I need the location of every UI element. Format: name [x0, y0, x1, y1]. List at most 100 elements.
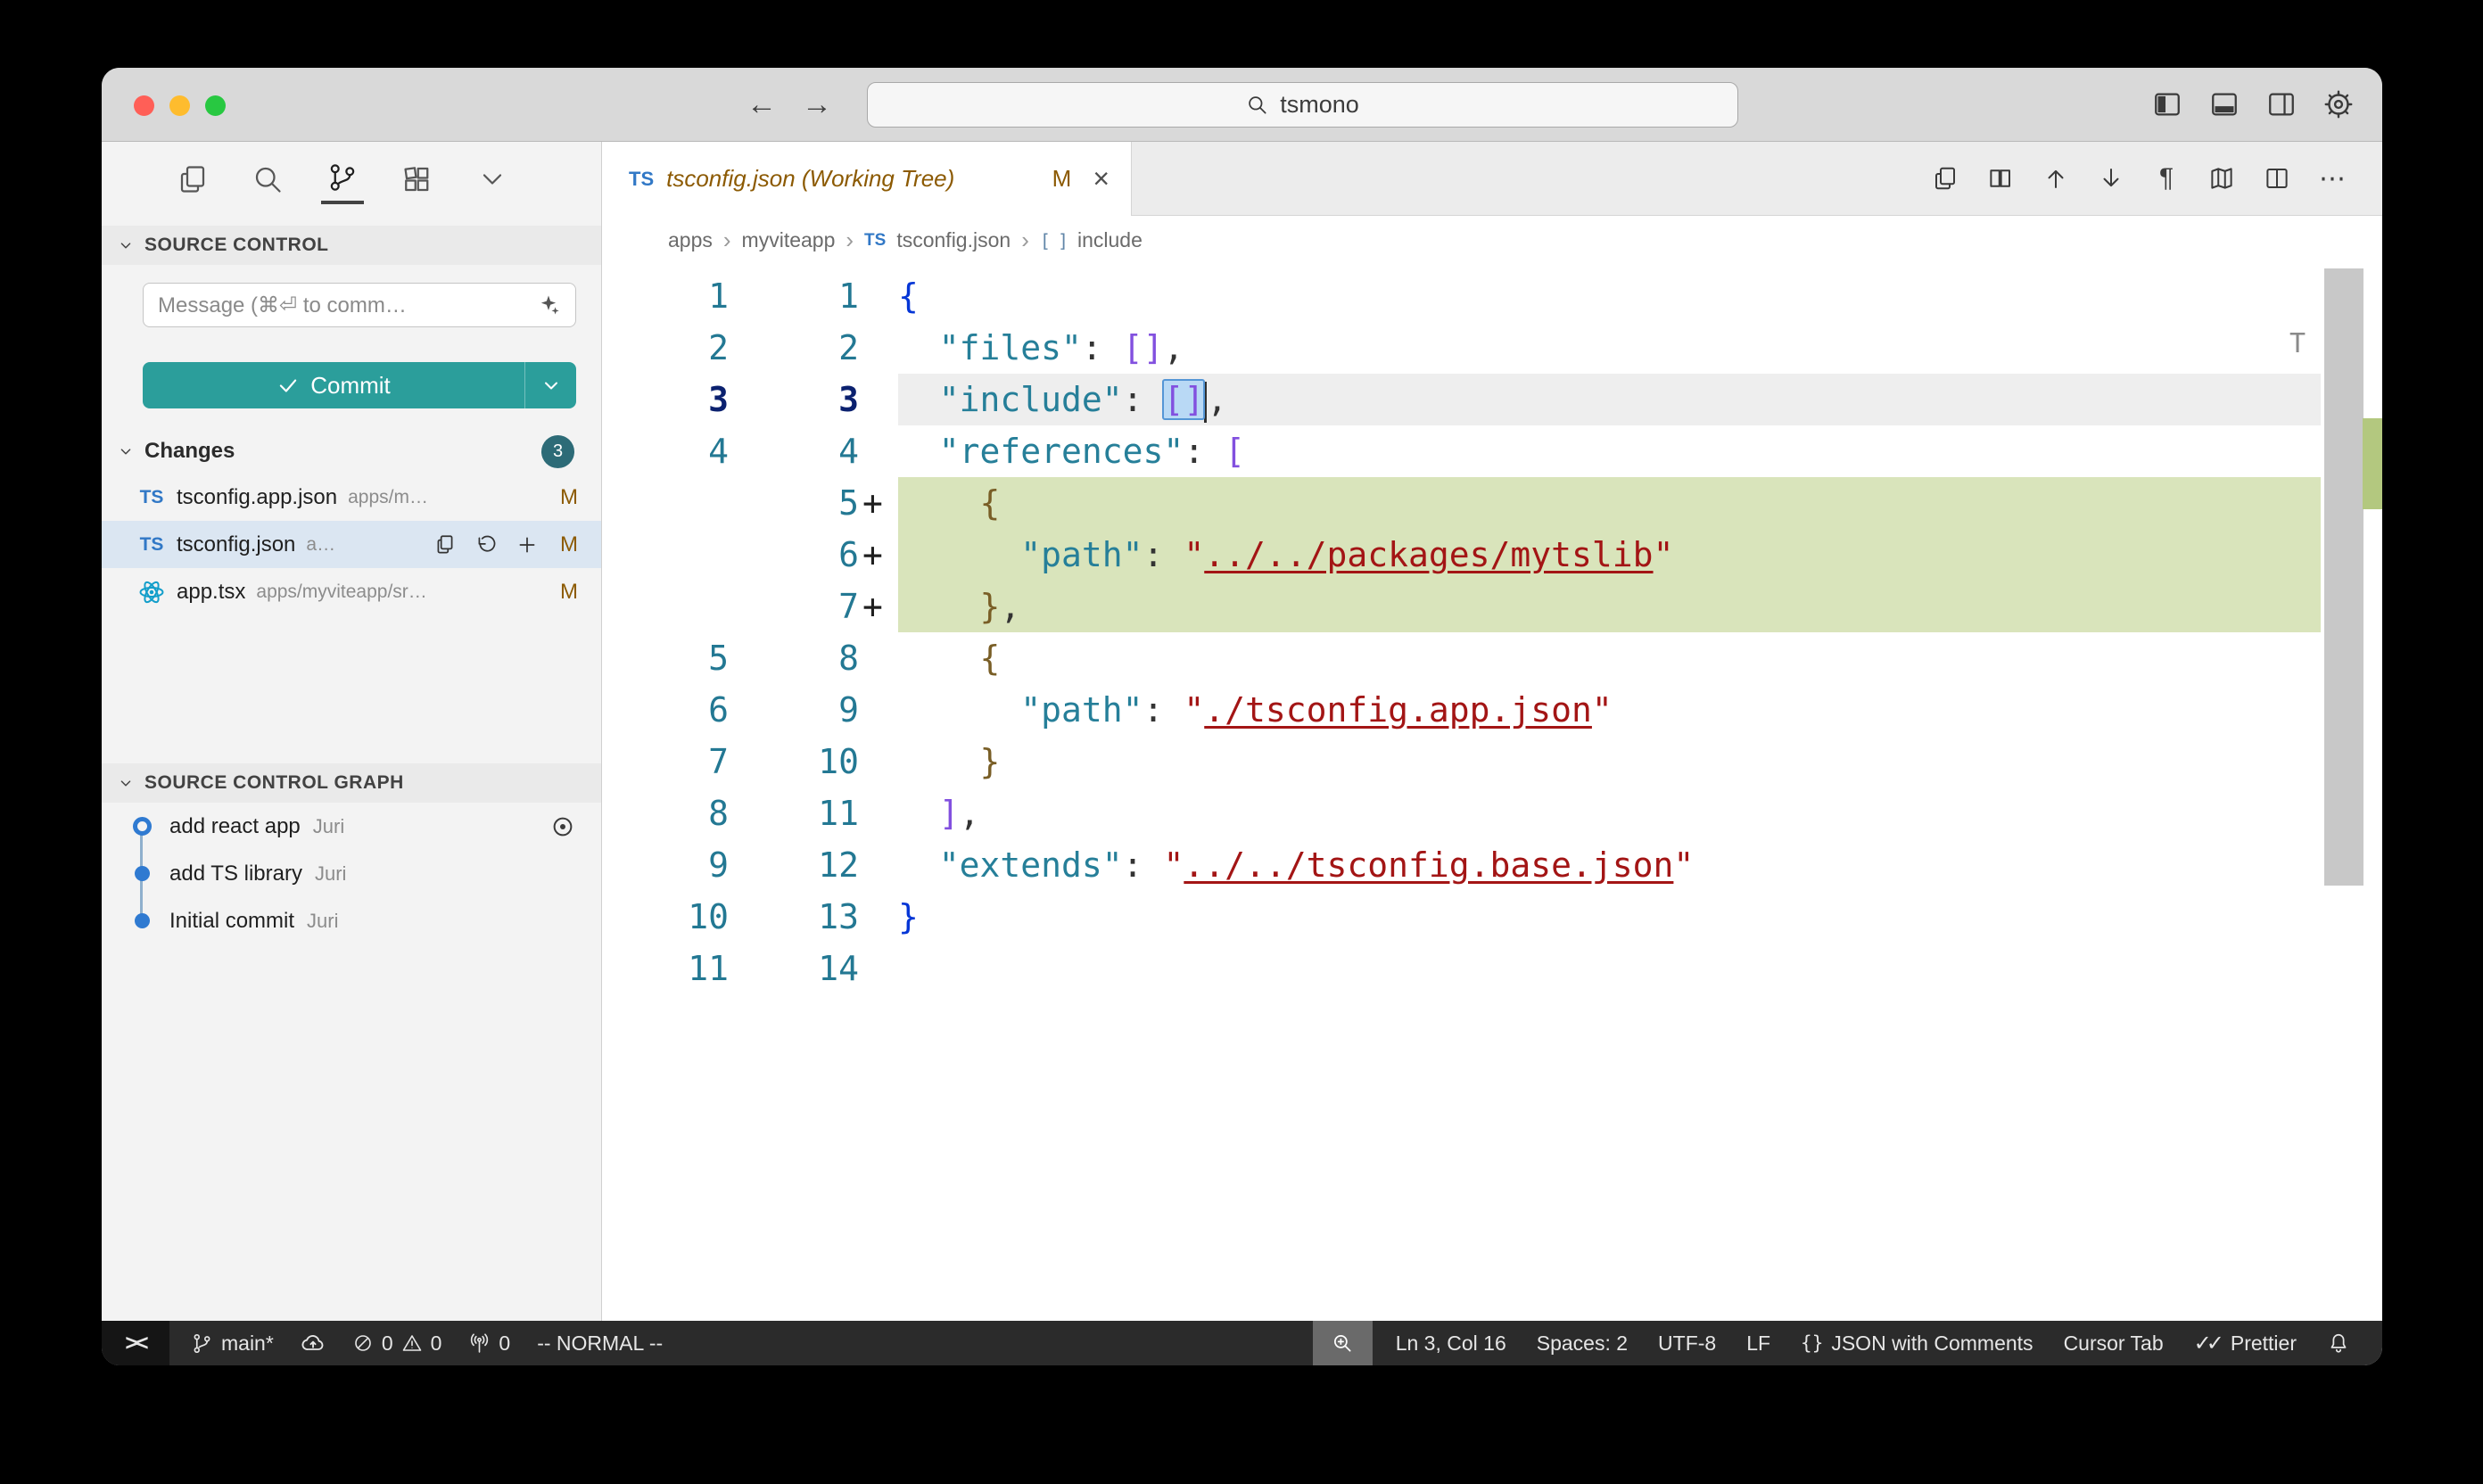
file-row-tsconfig-app[interactable]: TS tsconfig.app.json apps/m… M	[102, 474, 601, 521]
status-indentation[interactable]: Spaces: 2	[1537, 1331, 1628, 1356]
commit-row[interactable]: Initial commit Juri	[102, 897, 601, 944]
sidebar: SOURCE CONTROL Message (⌘⏎ to comm… Comm…	[102, 142, 602, 1321]
breadcrumb-item-myviteapp[interactable]: myviteapp	[742, 228, 836, 252]
code-line[interactable]: 2 2 "files": [],	[602, 322, 2321, 374]
code-line[interactable]: 6 9 "path": "./tsconfig.app.json"	[602, 684, 2321, 736]
commit-dropdown-button[interactable]	[524, 362, 576, 408]
remote-indicator[interactable]: ><	[102, 1321, 169, 1365]
scrollbar-thumb[interactable]	[2324, 268, 2363, 886]
stage-changes-plus-icon[interactable]	[512, 530, 542, 560]
status-branch[interactable]: main*	[191, 1331, 274, 1356]
file-row-tsconfig[interactable]: TS tsconfig.json a… M	[102, 521, 601, 568]
status-vim-mode[interactable]: -- NORMAL --	[537, 1331, 663, 1356]
breadcrumb-item-tsconfig[interactable]: tsconfig.json	[896, 228, 1011, 252]
open-file-icon[interactable]	[1929, 162, 1961, 194]
modified-badge: M	[555, 580, 578, 605]
line-number-original: 1	[602, 270, 739, 322]
status-language-mode[interactable]: {} JSON with Comments	[1801, 1331, 2033, 1356]
whitespace-pilcrow-icon[interactable]: ¶	[2150, 162, 2182, 194]
status-problems[interactable]: 0 0	[352, 1331, 442, 1356]
commit-row[interactable]: add react app Juri	[102, 803, 601, 850]
minimize-window-button[interactable]	[169, 95, 190, 116]
code-line[interactable]: 11 14	[602, 943, 2321, 994]
source-control-view-icon[interactable]	[321, 154, 364, 204]
close-icon[interactable]: ×	[1093, 162, 1110, 195]
chevron-down-icon	[540, 375, 562, 396]
close-window-button[interactable]	[134, 95, 154, 116]
tab-bar: TS tsconfig.json (Working Tree) M ×	[602, 142, 2382, 216]
status-cursor-style[interactable]: Cursor Tab	[2064, 1331, 2164, 1356]
source-control-header[interactable]: SOURCE CONTROL	[102, 226, 601, 265]
code-line[interactable]: 6 + "path": "../../packages/mytslib"	[602, 529, 2321, 581]
diff-added-marker	[859, 787, 898, 839]
status-ports[interactable]: 0	[468, 1331, 510, 1356]
code-line[interactable]: 10 13 }	[602, 891, 2321, 943]
commit-message-input[interactable]: Message (⌘⏎ to comm…	[143, 283, 576, 327]
forward-icon[interactable]: →	[799, 87, 835, 122]
code-line[interactable]: 1 1 {	[602, 270, 2321, 322]
toggle-secondary-sidebar-icon[interactable]	[2264, 87, 2298, 121]
code-token	[898, 587, 980, 626]
tab-modified-badge: M	[1052, 165, 1072, 193]
open-file-icon[interactable]	[430, 530, 460, 560]
tab-tsconfig-working-tree[interactable]: TS tsconfig.json (Working Tree) M ×	[602, 142, 1132, 216]
breadcrumb-item-apps[interactable]: apps	[668, 228, 713, 252]
explorer-icon[interactable]	[171, 154, 214, 204]
line-number-original: 2	[602, 322, 739, 374]
toggle-primary-sidebar-icon[interactable]	[2150, 87, 2184, 121]
status-sync[interactable]	[301, 1331, 326, 1356]
vertical-scrollbar[interactable]	[2321, 265, 2382, 1321]
notifications-bell-icon[interactable]	[2327, 1331, 2350, 1355]
breadcrumb-item-include[interactable]: include	[1077, 228, 1143, 252]
review-book-icon[interactable]	[1984, 162, 2017, 194]
code-token	[898, 845, 939, 885]
diff-added-marker: +	[859, 477, 898, 529]
maximize-window-button[interactable]	[205, 95, 226, 116]
status-encoding[interactable]: UTF-8	[1658, 1331, 1716, 1356]
code-token	[898, 690, 1020, 730]
split-editor-icon[interactable]	[2261, 162, 2293, 194]
status-zoom-indicator[interactable]	[1313, 1321, 1373, 1365]
checkout-target-icon[interactable]	[549, 813, 576, 840]
back-icon[interactable]: ←	[744, 87, 780, 122]
code-line[interactable]: 3 3 "include": [],	[602, 374, 2321, 425]
breadcrumb: apps › myviteapp › TS tsconfig.json › [ …	[602, 216, 2382, 265]
next-change-icon[interactable]	[2095, 162, 2127, 194]
code-token: {	[898, 276, 919, 316]
code-line[interactable]: 9 12 "extends": "../../tsconfig.base.jso…	[602, 839, 2321, 891]
commit-row[interactable]: add TS library Juri	[102, 850, 601, 897]
search-view-icon[interactable]	[246, 154, 289, 204]
previous-change-icon[interactable]	[2040, 162, 2072, 194]
status-formatter[interactable]: ✓✓ Prettier	[2194, 1331, 2297, 1356]
diff-editor[interactable]: 1 1 { 2 2 "files": [],	[602, 265, 2382, 1321]
toggle-panel-icon[interactable]	[2207, 87, 2241, 121]
file-name: app.tsx	[177, 580, 245, 605]
source-control-title: SOURCE CONTROL	[144, 235, 329, 256]
code-line[interactable]: 7 + },	[602, 581, 2321, 632]
changes-section-header[interactable]: Changes 3	[102, 429, 601, 474]
command-center-search[interactable]: tsmono	[867, 82, 1738, 128]
code-line[interactable]: 7 10 }	[602, 736, 2321, 787]
extensions-icon[interactable]	[396, 154, 439, 204]
changes-label: Changes	[144, 439, 235, 464]
commit-dot-head	[133, 817, 152, 836]
copilot-sparkle-icon[interactable]	[536, 293, 561, 317]
map-icon[interactable]	[2206, 162, 2238, 194]
gear-icon[interactable]	[2322, 87, 2355, 121]
commit-label: Commit	[310, 372, 391, 400]
status-cursor-position[interactable]: Ln 3, Col 16	[1396, 1331, 1506, 1356]
status-eol[interactable]: LF	[1746, 1331, 1770, 1356]
source-control-graph-header[interactable]: SOURCE CONTROL GRAPH	[102, 763, 601, 803]
commit-button[interactable]: Commit	[143, 362, 524, 408]
code-line[interactable]: 4 4 "references": [	[602, 425, 2321, 477]
code-token	[1204, 432, 1225, 471]
more-actions-icon[interactable]: ⋯	[2316, 162, 2348, 194]
file-row-app-tsx[interactable]: app.tsx apps/myviteapp/sr… M	[102, 568, 601, 615]
code-line[interactable]: 8 11 ],	[602, 787, 2321, 839]
line-number-original	[602, 477, 739, 529]
code-line[interactable]: 5 + {	[602, 477, 2321, 529]
code-line[interactable]: 5 8 {	[602, 632, 2321, 684]
discard-changes-icon[interactable]	[471, 530, 501, 560]
more-views-chevron-icon[interactable]	[471, 154, 514, 204]
diff-added-marker: +	[859, 529, 898, 581]
